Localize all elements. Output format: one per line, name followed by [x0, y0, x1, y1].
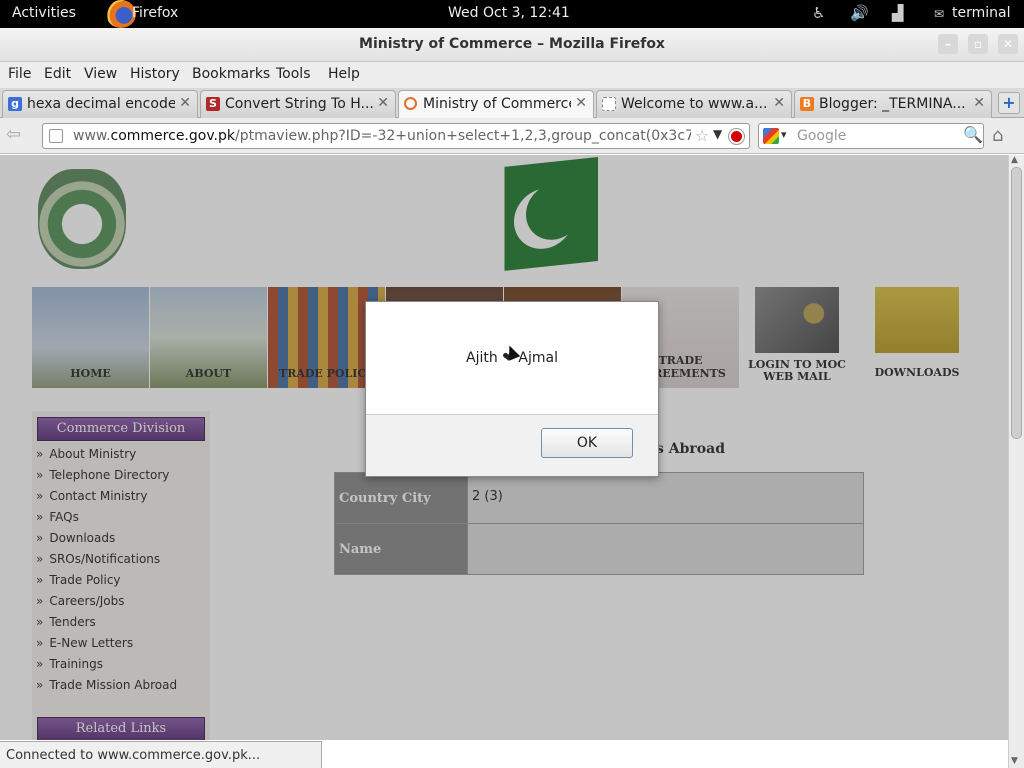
blogger-icon: B: [800, 97, 814, 111]
url-bar[interactable]: www.commerce.gov.pk/ptmaview.php?ID=-32+…: [42, 123, 750, 149]
alert-footer: OK: [366, 414, 658, 476]
close-tab-icon[interactable]: ✕: [179, 95, 191, 111]
loading-icon: [404, 97, 417, 110]
back-arrow-icon[interactable]: ⇦: [6, 124, 32, 148]
site-identity-icon[interactable]: [49, 129, 63, 143]
search-box[interactable]: ▾ Google 🔍: [758, 123, 984, 149]
menu-tools[interactable]: Tools: [276, 66, 311, 82]
scroll-down-icon[interactable]: ▼: [1011, 756, 1018, 766]
vertical-scrollbar[interactable]: ▲ ▼: [1008, 155, 1024, 768]
accessibility-icon[interactable]: ♿: [812, 4, 825, 22]
system-top-bar: Activities Firefox Wed Oct 3, 12:41 ♿ 🔊 …: [0, 0, 1024, 28]
clock[interactable]: Wed Oct 3, 12:41: [448, 5, 570, 21]
tab-welcome[interactable]: Welcome to www.a... ✕: [596, 90, 792, 118]
tab-bar: g hexa decimal encode... ✕ S Convert Str…: [0, 88, 1024, 119]
search-engine-dropdown-icon[interactable]: ▾: [781, 128, 787, 141]
user-menu-icon[interactable]: ✉: [934, 7, 944, 21]
menu-view[interactable]: View: [84, 66, 117, 82]
home-icon[interactable]: ⌂: [992, 125, 1018, 147]
s-icon: S: [206, 97, 220, 111]
close-window-icon[interactable]: ✕: [998, 34, 1018, 54]
url-dropdown-icon[interactable]: ▼: [713, 127, 722, 141]
scroll-up-icon[interactable]: ▲: [1011, 155, 1018, 165]
url-text[interactable]: www.commerce.gov.pk/ptmaview.php?ID=-32+…: [73, 128, 691, 144]
menu-bookmarks[interactable]: Bookmarks: [192, 66, 270, 82]
close-tab-icon[interactable]: ✕: [377, 95, 389, 111]
tab-label: hexa decimal encode...: [27, 96, 175, 112]
close-tab-icon[interactable]: ✕: [773, 95, 785, 111]
page-icon: [602, 97, 616, 111]
google-icon: g: [8, 97, 22, 111]
scroll-thumb[interactable]: [1011, 167, 1022, 439]
search-icon[interactable]: 🔍: [963, 125, 983, 144]
tab-label: Ministry of Commerce: [423, 96, 571, 112]
window-title-bar: Ministry of Commerce – Mozilla Firefox –…: [0, 28, 1024, 62]
ok-button[interactable]: OK: [541, 428, 633, 458]
menu-bar: File Edit View History Bookmarks Tools H…: [0, 62, 1024, 88]
close-tab-icon[interactable]: ✕: [973, 95, 985, 111]
menu-help[interactable]: Help: [328, 66, 360, 82]
new-tab-button[interactable]: +: [998, 92, 1020, 114]
bookmark-star-icon[interactable]: ☆: [695, 126, 709, 145]
activities-button[interactable]: Activities: [12, 5, 76, 21]
maximize-icon[interactable]: ▫: [968, 34, 988, 54]
tab-label: Blogger: _TERMINA...: [819, 96, 966, 112]
close-tab-icon[interactable]: ✕: [575, 95, 587, 111]
tab-label: Convert String To H...: [225, 96, 373, 112]
tab-convert-string[interactable]: S Convert String To H... ✕: [200, 90, 396, 118]
status-bar: Connected to www.commerce.gov.pk...: [0, 741, 322, 768]
window-title: Ministry of Commerce – Mozilla Firefox: [359, 36, 665, 52]
search-placeholder: Google: [797, 128, 847, 144]
user-menu[interactable]: terminal: [952, 5, 1010, 21]
tab-hexa-decimal[interactable]: g hexa decimal encode... ✕: [2, 90, 198, 118]
alert-dialog: Ajith ❤ Ajmal OK: [365, 301, 659, 477]
menu-history[interactable]: History: [130, 66, 180, 82]
tab-blogger[interactable]: B Blogger: _TERMINA... ✕: [794, 90, 992, 118]
navigation-bar: ⇦ www.commerce.gov.pk/ptmaview.php?ID=-3…: [0, 118, 1024, 154]
volume-icon[interactable]: 🔊: [850, 4, 869, 22]
menu-edit[interactable]: Edit: [44, 66, 71, 82]
minimize-icon[interactable]: –: [938, 34, 958, 54]
google-search-engine-icon[interactable]: [763, 128, 779, 144]
network-icon[interactable]: ▟: [892, 4, 904, 22]
stop-record-icon[interactable]: [729, 129, 744, 144]
tab-ministry-of-commerce[interactable]: Ministry of Commerce ✕: [398, 90, 594, 119]
menu-file[interactable]: File: [8, 66, 31, 82]
app-menu[interactable]: Firefox: [132, 5, 178, 21]
tab-label: Welcome to www.a...: [621, 96, 768, 112]
